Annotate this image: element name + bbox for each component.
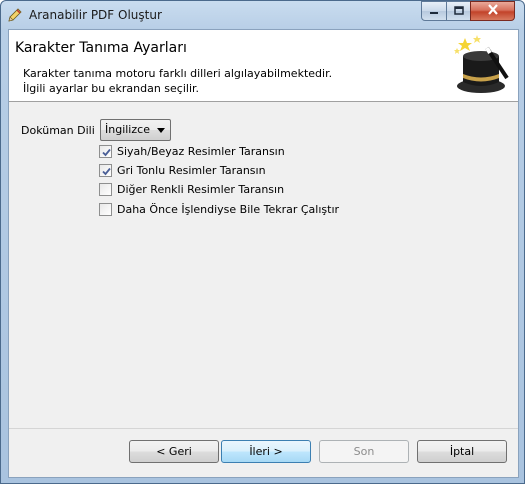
minimize-button[interactable] — [421, 1, 447, 21]
window-title: Aranabilir PDF Oluştur — [29, 8, 162, 22]
title-bar[interactable]: Aranabilir PDF Oluştur — [1, 1, 524, 29]
close-button[interactable] — [470, 1, 515, 21]
checkbox-box[interactable] — [99, 163, 112, 177]
checkbox-label: Gri Tonlu Resimler Taransın — [117, 163, 266, 177]
magic-hat-wand-icon — [451, 34, 511, 96]
wizard-header: Karakter Tanıma Ayarları Karakter tanıma… — [9, 30, 518, 102]
maximize-button[interactable] — [446, 1, 471, 21]
minimize-icon — [429, 5, 439, 18]
page-description-line2: İlgili ayarlar bu ekrandan seçilir. — [23, 82, 200, 95]
checkbox-box[interactable] — [99, 202, 112, 216]
language-dropdown[interactable]: İngilizce — [100, 119, 171, 141]
maximize-icon — [453, 5, 464, 18]
checkmark-icon — [102, 148, 111, 156]
back-button[interactable]: < Geri — [129, 440, 219, 463]
chevron-down-icon — [157, 128, 165, 133]
checkmark-icon — [102, 167, 111, 175]
checkbox-label: Diğer Renkli Resimler Taransın — [117, 182, 285, 196]
pencil-icon — [7, 7, 23, 23]
wizard-window: Aranabilir PDF Oluştur Karakter Tanıma A… — [0, 0, 525, 484]
checkbox-bw-images[interactable]: Siyah/Beyaz Resimler Taransın — [99, 143, 285, 159]
finish-button[interactable]: Son — [319, 440, 409, 463]
checkbox-color-images[interactable]: Diğer Renkli Resimler Taransın — [99, 181, 284, 197]
next-button[interactable]: İleri > — [221, 440, 311, 463]
footer-divider — [9, 428, 518, 429]
language-value: İngilizce — [105, 123, 150, 136]
page-title: Karakter Tanıma Ayarları — [15, 40, 187, 56]
checkbox-gray-images[interactable]: Gri Tonlu Resimler Taransın — [99, 162, 266, 178]
page-description-line1: Karakter tanıma motoru farklı dilleri al… — [23, 67, 333, 80]
language-label: Doküman Dili — [21, 124, 95, 137]
wizard-content: Karakter Tanıma Ayarları Karakter tanıma… — [8, 29, 519, 478]
checkbox-box[interactable] — [99, 144, 112, 158]
checkbox-rerun-processed[interactable]: Daha Önce İşlendiyse Bile Tekrar Çalıştı… — [99, 201, 339, 217]
checkbox-label: Daha Önce İşlendiyse Bile Tekrar Çalıştı… — [117, 202, 340, 216]
checkbox-label: Siyah/Beyaz Resimler Taransın — [117, 144, 285, 158]
checkbox-box[interactable] — [99, 182, 112, 196]
cancel-button[interactable]: İptal — [417, 440, 507, 463]
close-icon — [487, 4, 499, 18]
